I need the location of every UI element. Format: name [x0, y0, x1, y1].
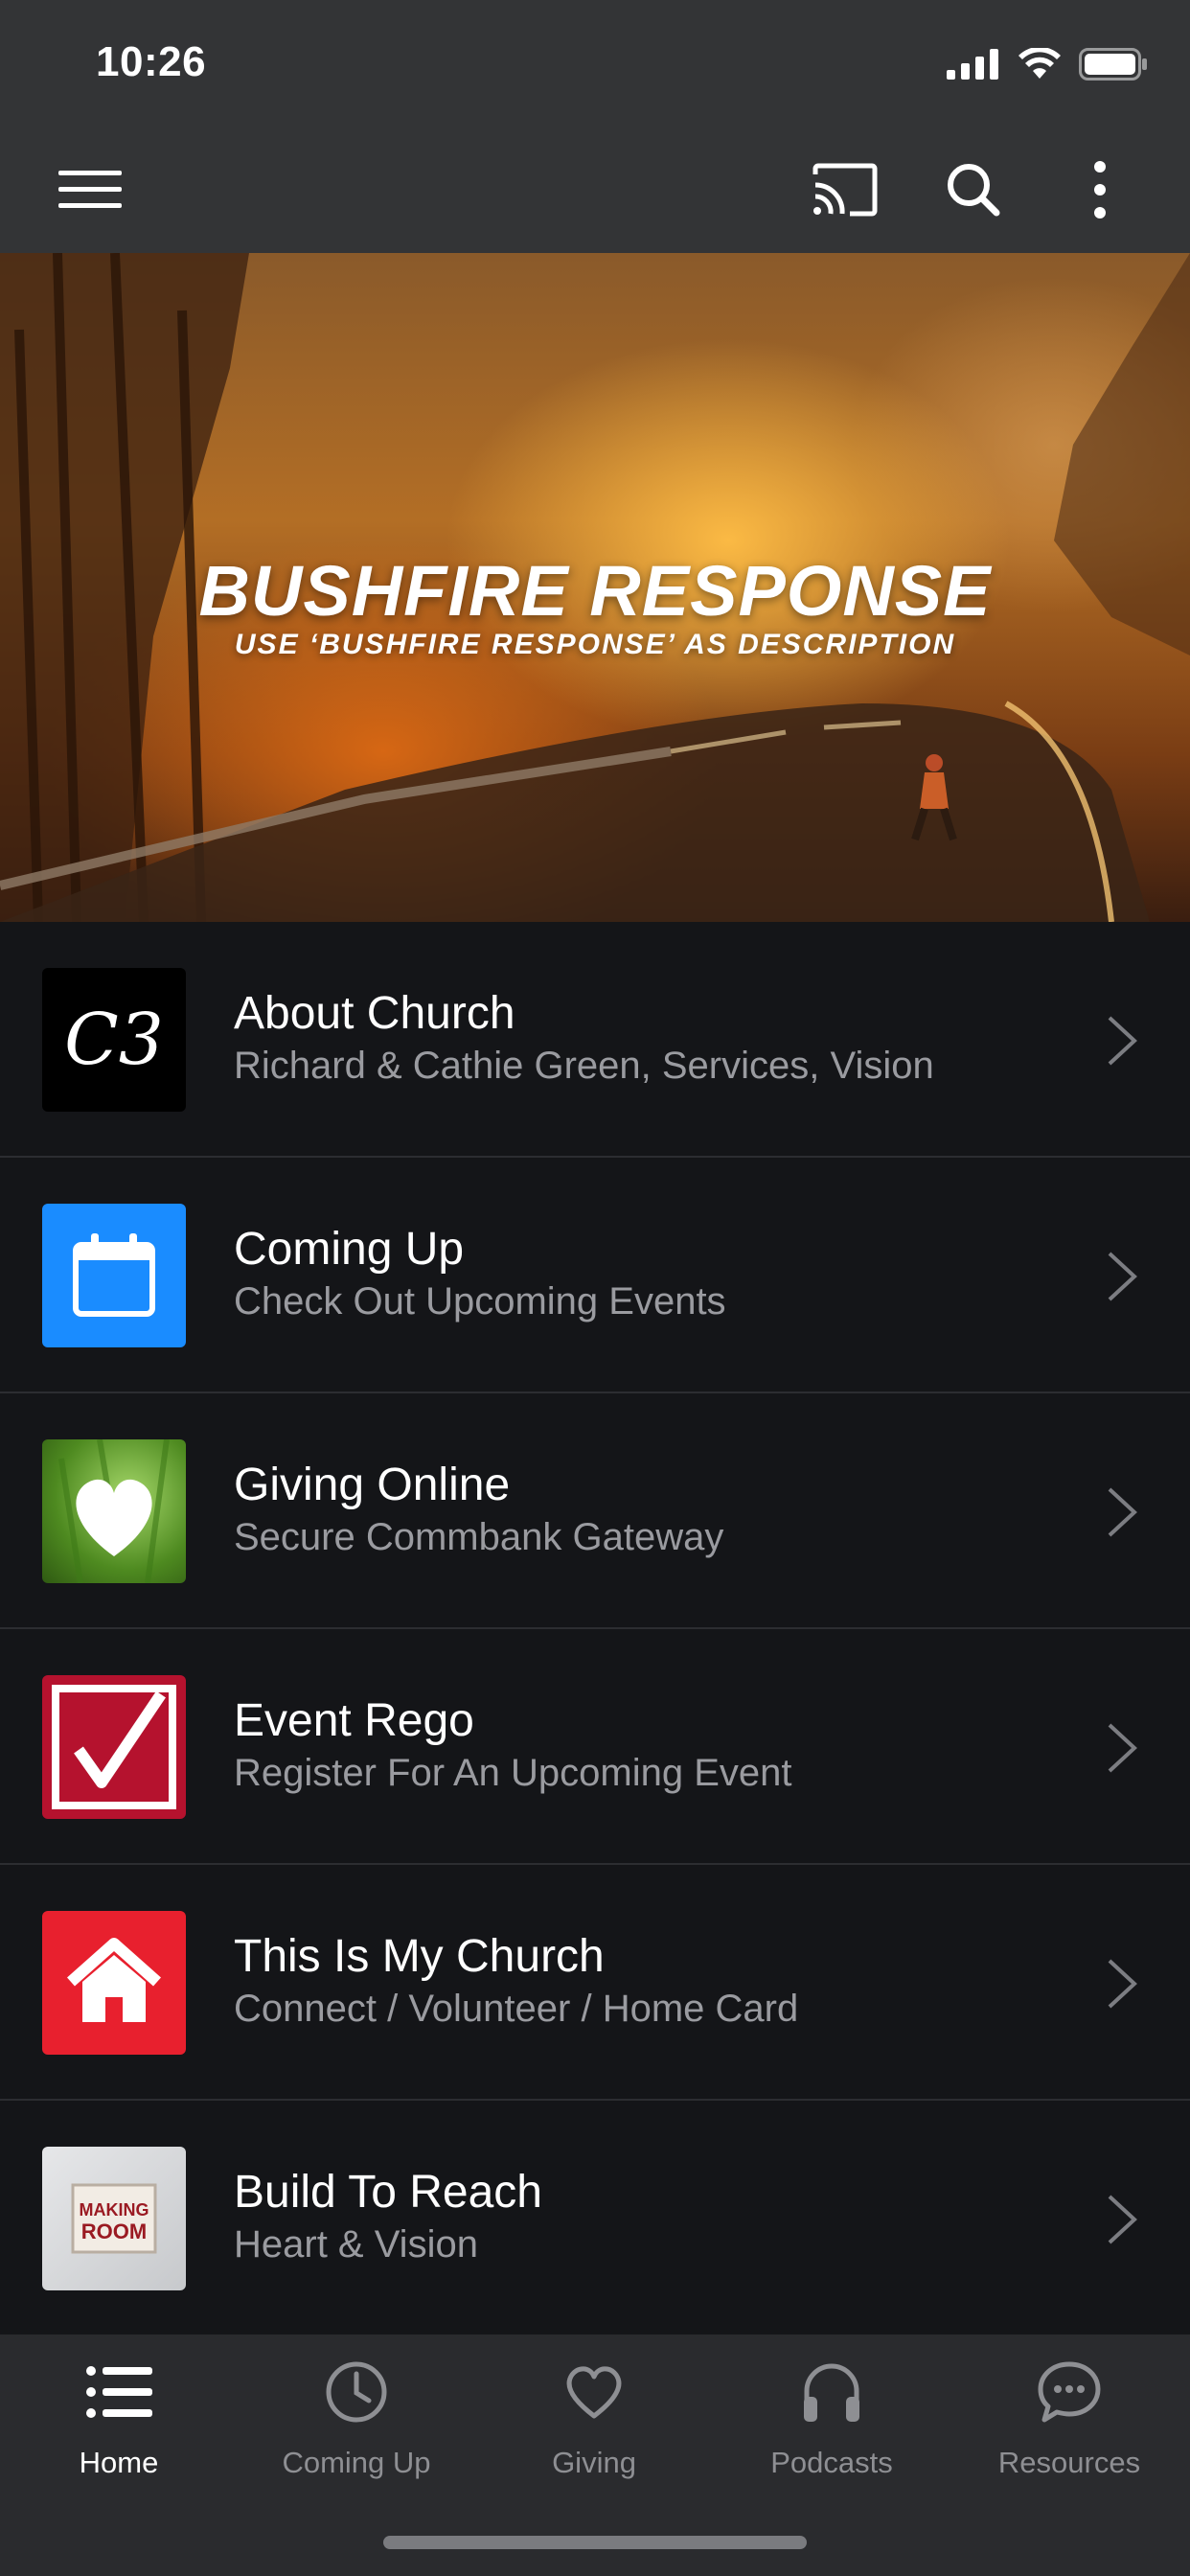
wifi-icon: [1018, 48, 1061, 79]
cellular-signal-icon: [947, 49, 998, 80]
menu-item-this-is-my-church[interactable]: This Is My Church Connect / Volunteer / …: [0, 1865, 1190, 2101]
more-vertical-icon: [1094, 161, 1106, 218]
tab-label: Podcasts: [770, 2446, 893, 2479]
menu-item-title: This Is My Church: [234, 1931, 605, 1982]
tab-label: Home: [79, 2446, 159, 2479]
headphones-icon: [795, 2356, 868, 2428]
search-button[interactable]: [939, 155, 1008, 224]
menu-item-event-rego[interactable]: Event Rego Register For An Upcoming Even…: [0, 1629, 1190, 1865]
heart-icon: [42, 1439, 186, 1583]
menu-item-coming-up[interactable]: Coming Up Check Out Upcoming Events: [0, 1158, 1190, 1393]
tab-coming-up[interactable]: Coming Up: [238, 2356, 475, 2499]
calendar-icon: [42, 1204, 186, 1347]
chevron-right-icon: [1108, 1487, 1137, 1537]
menu-item-title: About Church: [234, 988, 515, 1039]
menu-list: C3 About Church Richard & Cathie Green, …: [0, 922, 1190, 2336]
menu-item-title: Build To Reach: [234, 2167, 542, 2218]
chevron-right-icon: [1108, 1723, 1137, 1773]
tab-giving[interactable]: Giving: [475, 2356, 713, 2499]
status-bar: 10:26: [0, 0, 1190, 126]
menu-item-title: Giving Online: [234, 1460, 511, 1510]
cast-icon: [812, 163, 878, 217]
tab-label: Resources: [997, 2446, 1141, 2479]
making-room-text-2: ROOM: [81, 2220, 147, 2243]
tab-label: Coming Up: [282, 2446, 431, 2479]
app-bar: [0, 126, 1190, 253]
menu-item-giving-online[interactable]: Giving Online Secure Commbank Gateway: [0, 1393, 1190, 1629]
clock-icon: [320, 2356, 393, 2428]
tab-home[interactable]: Home: [0, 2356, 238, 2499]
menu-item-title: Coming Up: [234, 1224, 465, 1275]
menu-item-subtitle: Register For An Upcoming Event: [234, 1752, 792, 1794]
menu-item-build-to-reach[interactable]: MAKING ROOM Build To Reach Heart & Visio…: [0, 2101, 1190, 2336]
menu-item-subtitle: Secure Commbank Gateway: [234, 1516, 724, 1558]
hamburger-menu-button[interactable]: [56, 155, 125, 224]
cast-button[interactable]: [811, 155, 880, 224]
menu-item-subtitle: Connect / Volunteer / Home Card: [234, 1988, 799, 2030]
hero-title: BUSHFIRE RESPONSE: [198, 551, 992, 631]
tab-resources[interactable]: Resources: [950, 2356, 1188, 2499]
making-room-icon: MAKING ROOM: [42, 2147, 186, 2290]
chevron-right-icon: [1108, 1959, 1137, 2009]
c3-logo-text: C3: [64, 999, 164, 1081]
chat-bubble-icon: [1033, 2356, 1106, 2428]
menu-item-subtitle: Richard & Cathie Green, Services, Vision: [234, 1045, 934, 1087]
home-indicator[interactable]: [383, 2536, 807, 2549]
heart-outline-icon: [558, 2356, 630, 2428]
making-room-text-1: MAKING: [80, 2200, 149, 2220]
hero-subtitle: USE ‘BUSHFIRE RESPONSE’ AS DESCRIPTION: [234, 629, 956, 660]
status-icons: [947, 48, 1148, 80]
status-time: 10:26: [96, 38, 207, 85]
chevron-right-icon: [1108, 1252, 1137, 1301]
battery-icon: [1079, 48, 1147, 80]
tab-podcasts[interactable]: Podcasts: [713, 2356, 950, 2499]
tab-label: Giving: [552, 2446, 636, 2479]
menu-item-subtitle: Heart & Vision: [234, 2223, 478, 2266]
menu-item-subtitle: Check Out Upcoming Events: [234, 1280, 726, 1322]
chevron-right-icon: [1108, 2195, 1137, 2244]
hero-banner[interactable]: BUSHFIRE RESPONSE USE ‘BUSHFIRE RESPONSE…: [0, 253, 1190, 922]
menu-item-title: Event Rego: [234, 1695, 474, 1746]
search-icon: [948, 164, 1000, 217]
hamburger-menu-icon: [58, 171, 122, 208]
list-icon: [82, 2356, 155, 2428]
menu-item-about-church[interactable]: C3 About Church Richard & Cathie Green, …: [0, 922, 1190, 1158]
more-options-button[interactable]: [1065, 155, 1134, 224]
chevron-right-icon: [1108, 1016, 1137, 1066]
c3-logo-icon: C3: [42, 968, 186, 1112]
home-icon: [42, 1911, 186, 2055]
checkbox-icon: [42, 1675, 186, 1819]
